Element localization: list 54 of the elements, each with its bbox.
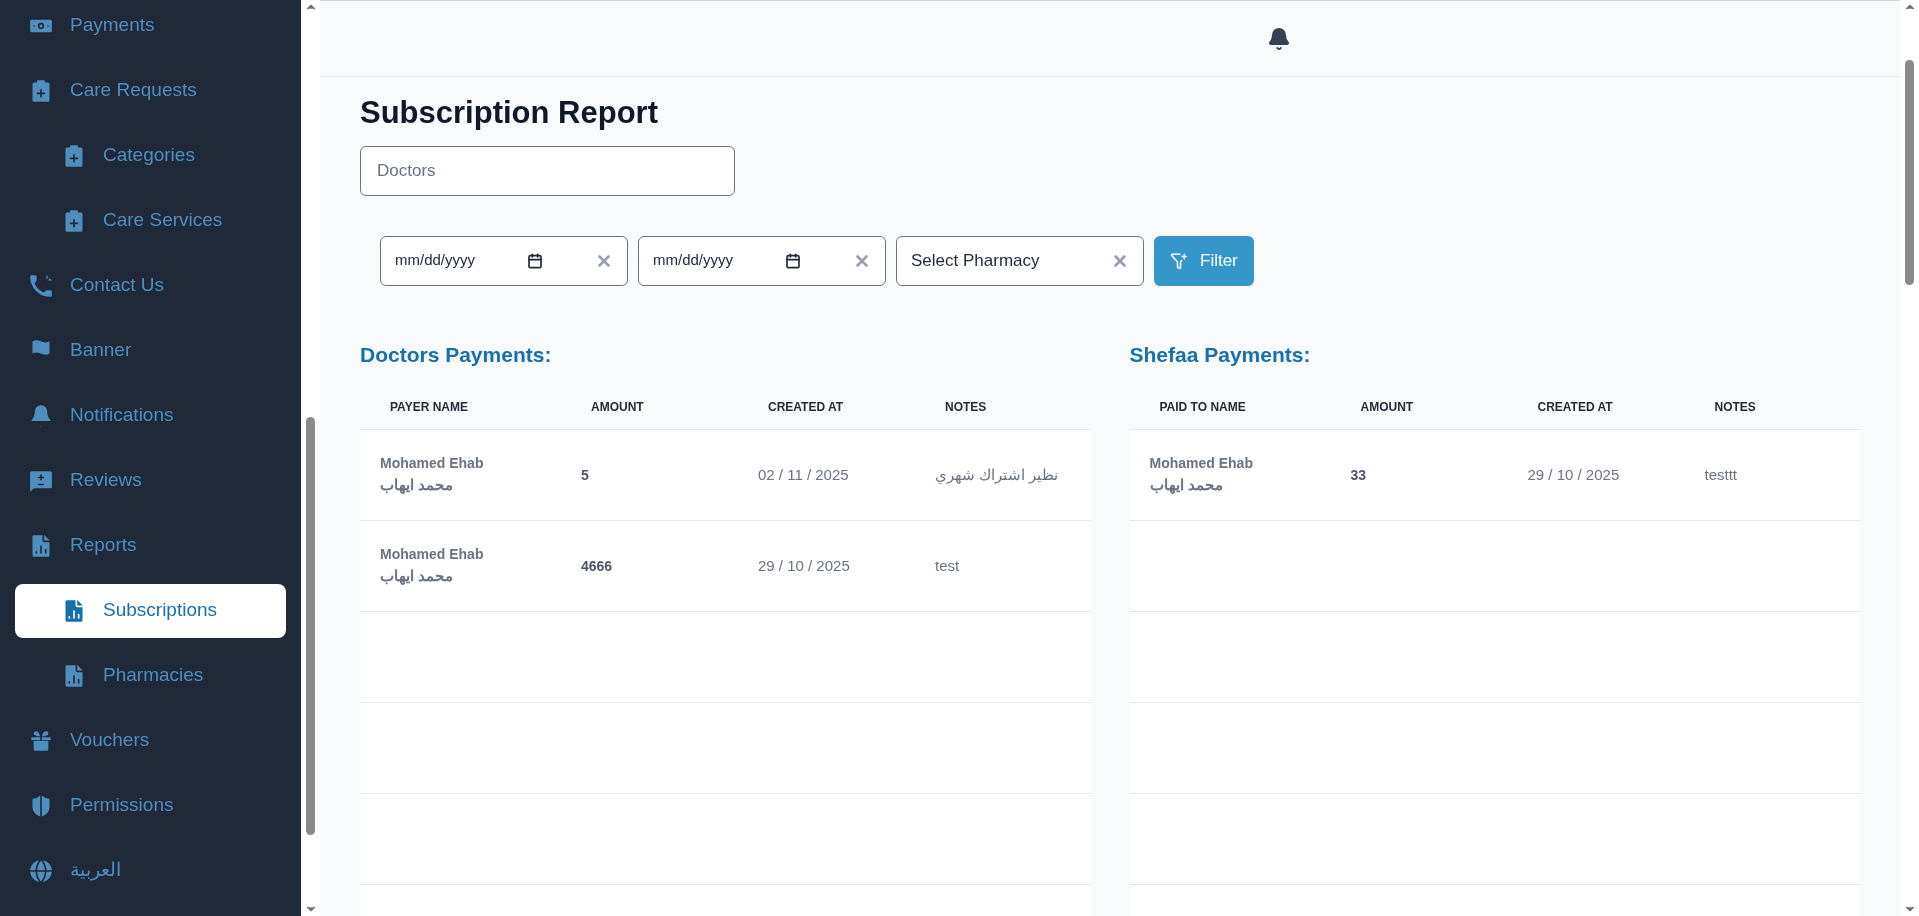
- date-cell-text: 29 / 10 / 2025: [1527, 464, 1620, 485]
- select-field[interactable]: Select Pharmacy: [896, 235, 1144, 286]
- sidebar-item[interactable]: Categories: [15, 128, 286, 183]
- notes-cell-text: testtt: [1704, 464, 1737, 485]
- filter-icon: [1170, 251, 1188, 270]
- date-cell-text: 02 / 11 / 2025: [758, 464, 849, 485]
- filter-button[interactable]: Filter: [1154, 235, 1254, 286]
- column-header: AMOUNT: [591, 398, 645, 416]
- scrollbar[interactable]: [1900, 0, 1919, 916]
- section-title: Doctors Payments:: [360, 341, 553, 368]
- scrollbar-thumb[interactable]: [306, 417, 315, 835]
- scrollbar[interactable]: [301, 0, 320, 916]
- bell-icon[interactable]: [1267, 26, 1291, 51]
- sidebar-item[interactable]: Notifications: [15, 388, 286, 443]
- column-header: NOTES: [945, 398, 988, 416]
- date-cell-text: 29 / 10 / 2025: [758, 555, 850, 576]
- payer-name: Mohamed Ehab: [380, 545, 485, 565]
- page-title: Subscription Report: [360, 94, 659, 132]
- payer-name-arabic: محمد ايهاب: [380, 566, 454, 587]
- date-field[interactable]: mm/dd/yyyy: [638, 235, 886, 286]
- sidebar-item[interactable]: Vouchers: [15, 713, 286, 768]
- notes-cell-text: test: [935, 555, 960, 576]
- column-header: CREATED AT: [1537, 398, 1614, 416]
- payer-name-arabic: محمد ايهاب: [1149, 475, 1223, 496]
- sidebar-item[interactable]: Care Services: [15, 193, 286, 248]
- sidebar-item[interactable]: Permissions: [15, 778, 286, 833]
- phone-icon: [27, 271, 55, 300]
- sidebar-item[interactable]: Reports: [15, 518, 286, 573]
- sidebar-item[interactable]: Reviews: [15, 453, 286, 508]
- sidebar-item[interactable]: العربية: [15, 843, 286, 898]
- date-field[interactable]: mm/dd/yyyy: [380, 235, 628, 286]
- sidebar-item[interactable]: Pharmacies: [15, 648, 286, 703]
- column-header: NOTES: [1714, 398, 1757, 416]
- column-header: PAYER NAME: [390, 398, 470, 416]
- type-field[interactable]: Doctors: [360, 145, 735, 196]
- notes-cell-text: نظير اشتراك شهري: [935, 464, 1059, 486]
- column-header: PAID TO NAME: [1159, 398, 1247, 416]
- payer-name-arabic: محمد ايهاب: [380, 475, 454, 496]
- column-header: CREATED AT: [768, 398, 845, 416]
- calendar-icon[interactable]: [785, 252, 801, 269]
- amount-cell-text: 33: [1350, 465, 1367, 485]
- amount-cell-text: 4666: [581, 556, 613, 576]
- sidebar-item[interactable]: Payments: [15, 0, 286, 53]
- calendar-icon[interactable]: [527, 252, 543, 269]
- sidebar-item[interactable]: Subscriptions: [15, 583, 286, 638]
- scrollbar-thumb[interactable]: [1905, 60, 1914, 285]
- sidebar-item[interactable]: Care Requests: [15, 63, 286, 118]
- sidebar-item[interactable]: Banner: [15, 323, 286, 378]
- section-title: Shefaa Payments:: [1129, 341, 1312, 368]
- column-header: AMOUNT: [1360, 398, 1415, 416]
- sidebar-item[interactable]: Contact Us: [15, 258, 286, 313]
- amount-cell-text: 5: [581, 465, 589, 485]
- payer-name: Mohamed Ehab: [1149, 454, 1254, 474]
- payer-name: Mohamed Ehab: [380, 454, 485, 474]
